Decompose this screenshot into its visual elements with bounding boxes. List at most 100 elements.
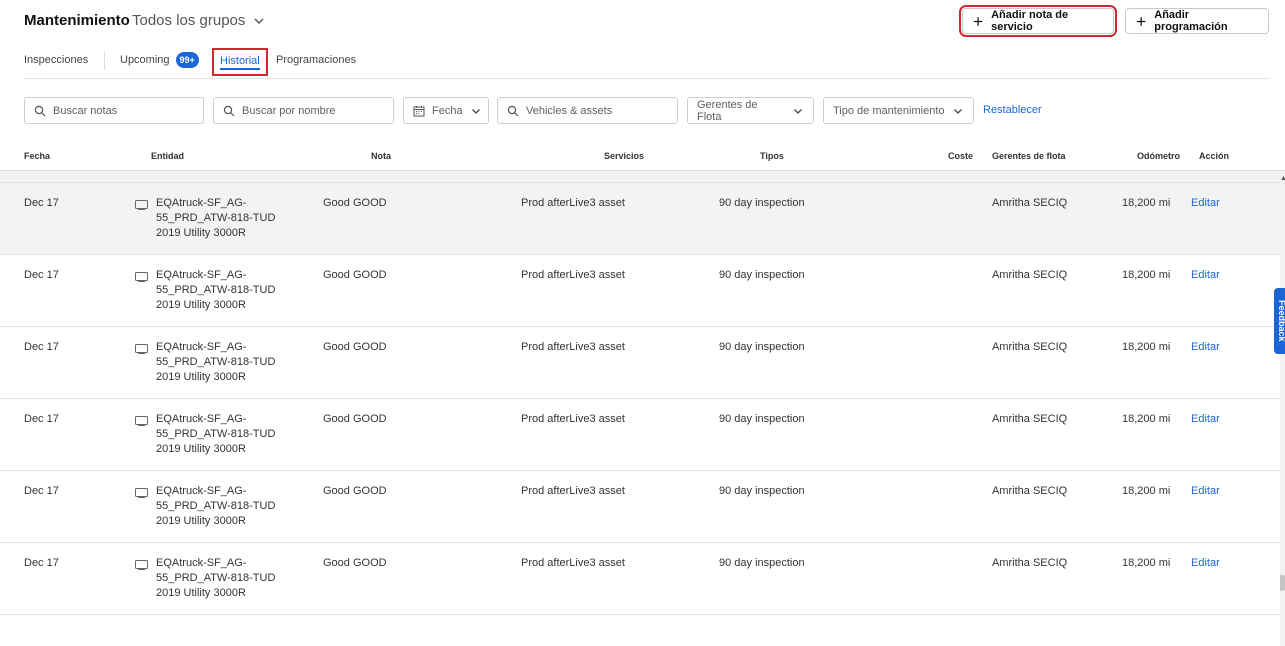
tab-history[interactable]: Historial [212, 48, 268, 76]
table-rows: Dec 17 EQAtruck-SF_AG- 55_PRD_ATW-818-TU… [0, 170, 1280, 615]
scrollbar-thumb[interactable] [1280, 575, 1285, 591]
group-selector[interactable]: Todos los grupos [132, 12, 265, 29]
row-entity-text: EQAtruck-SF_AG- 55_PRD_ATW-818-TUD 2019 … [156, 340, 275, 385]
tab-upcoming[interactable]: Upcoming 99+ [120, 52, 199, 68]
search-notes-input[interactable]: Buscar notas [24, 97, 204, 124]
plus-icon [1136, 16, 1146, 26]
edit-link[interactable]: Editar [1191, 485, 1220, 497]
row-manager: Amritha SECIQ [992, 485, 1068, 497]
tab-inspections-label: Inspecciones [24, 54, 89, 66]
edit-link[interactable]: Editar [1191, 341, 1220, 353]
fleet-managers-filter[interactable]: Gerentes de Flota [687, 97, 814, 124]
column-header-odometer[interactable]: Odómetro [1137, 151, 1180, 161]
row-service: Prod afterLive3 asset [521, 269, 625, 281]
row-odometer: 18,200 mi [1122, 557, 1171, 569]
row-type: 90 day inspection [719, 485, 805, 497]
page-header: Mantenimiento Todos los grupos Añadir no… [0, 0, 1285, 42]
add-schedule-button[interactable]: Añadir programación [1125, 8, 1269, 34]
vehicle-icon [135, 344, 148, 354]
row-entity[interactable]: EQAtruck-SF_AG- 55_PRD_ATW-818-TUD 2019 … [135, 557, 275, 601]
date-filter-label: Fecha [432, 104, 463, 117]
column-header-types[interactable]: Tipos [760, 151, 784, 161]
row-entity[interactable]: EQAtruck-SF_AG- 55_PRD_ATW-818-TUD 2019 … [135, 341, 275, 385]
table-row[interactable]: Dec 17 EQAtruck-SF_AG- 55_PRD_ATW-818-TU… [0, 327, 1280, 399]
entity-line: EQAtruck-SF_AG- [156, 413, 247, 425]
column-header-entity[interactable]: Entidad [151, 151, 184, 161]
row-service: Prod afterLive3 asset [521, 557, 625, 569]
table-row[interactable]: Dec 17 EQAtruck-SF_AG- 55_PRD_ATW-818-TU… [0, 183, 1280, 255]
edit-link[interactable]: Editar [1191, 413, 1220, 425]
edit-link[interactable]: Editar [1191, 197, 1220, 209]
vehicle-icon [135, 488, 148, 498]
column-header-note[interactable]: Nota [371, 151, 391, 161]
entity-line: 55_PRD_ATW-818-TUD [156, 428, 276, 440]
row-entity[interactable]: EQAtruck-SF_AG- 55_PRD_ATW-818-TUD 2019 … [135, 197, 275, 241]
row-type: 90 day inspection [719, 413, 805, 425]
row-type: 90 day inspection [719, 197, 805, 209]
entity-line: 55_PRD_ATW-818-TUD [156, 572, 276, 584]
row-manager: Amritha SECIQ [992, 269, 1068, 281]
edit-link[interactable]: Editar [1191, 269, 1220, 281]
chevron-down-icon [954, 108, 962, 114]
vehicle-icon [135, 560, 148, 570]
row-odometer: 18,200 mi [1122, 269, 1171, 281]
table-row[interactable]: Dec 17 EQAtruck-SF_AG- 55_PRD_ATW-818-TU… [0, 255, 1280, 327]
row-note: Good GOOD [323, 413, 387, 425]
table-row[interactable]: Dec 17 EQAtruck-SF_AG- 55_PRD_ATW-818-TU… [0, 471, 1280, 543]
row-entity-text: EQAtruck-SF_AG- 55_PRD_ATW-818-TUD 2019 … [156, 196, 275, 241]
row-odometer: 18,200 mi [1122, 197, 1171, 209]
add-service-note-label: Añadir nota de servicio [991, 9, 1069, 33]
row-date: Dec 17 [24, 269, 59, 281]
row-entity[interactable]: EQAtruck-SF_AG- 55_PRD_ATW-818-TUD 2019 … [135, 413, 275, 457]
table-row[interactable]: Dec 17 EQAtruck-SF_AG- 55_PRD_ATW-818-TU… [0, 543, 1280, 615]
row-manager: Amritha SECIQ [992, 197, 1068, 209]
row-date: Dec 17 [24, 557, 59, 569]
search-name-input[interactable]: Buscar por nombre [213, 97, 394, 124]
entity-line: 2019 Utility 3000R [156, 515, 246, 527]
maintenance-type-filter[interactable]: Tipo de mantenimiento [823, 97, 974, 124]
row-entity[interactable]: EQAtruck-SF_AG- 55_PRD_ATW-818-TUD 2019 … [135, 269, 275, 313]
history-table-body: Dec 17 EQAtruck-SF_AG- 55_PRD_ATW-818-TU… [0, 170, 1280, 646]
row-entity[interactable]: EQAtruck-SF_AG- 55_PRD_ATW-818-TUD 2019 … [135, 485, 275, 529]
scroll-up-arrow-icon[interactable]: ▲ [1280, 175, 1285, 182]
row-note: Good GOOD [323, 269, 387, 281]
table-row[interactable]: Dec 17 EQAtruck-SF_AG- 55_PRD_ATW-818-TU… [0, 399, 1280, 471]
vehicles-assets-filter[interactable]: Vehicles & assets [497, 97, 678, 124]
tab-divider [104, 52, 105, 70]
date-filter[interactable]: Fecha [403, 97, 489, 124]
entity-line: EQAtruck-SF_AG- [156, 557, 247, 569]
row-manager: Amritha SECIQ [992, 341, 1068, 353]
row-service: Prod afterLive3 asset [521, 341, 625, 353]
row-entity-text: EQAtruck-SF_AG- 55_PRD_ATW-818-TUD 2019 … [156, 484, 275, 529]
table-row[interactable]: Dec 17 EQAtruck-SF_AG- 55_PRD_ATW-818-TU… [0, 170, 1280, 183]
column-header-services[interactable]: Servicios [604, 151, 644, 161]
entity-line: EQAtruck-SF_AG- [156, 341, 247, 353]
entity-line: EQAtruck-SF_AG- [156, 269, 247, 281]
column-header-date[interactable]: Fecha [24, 151, 50, 161]
search-icon [507, 105, 519, 116]
row-type: 90 day inspection [719, 269, 805, 281]
edit-link[interactable]: Editar [1191, 557, 1220, 569]
add-service-note-button[interactable]: Añadir nota de servicio [959, 5, 1117, 37]
entity-line: 55_PRD_ATW-818-TUD [156, 356, 276, 368]
row-odometer: 18,200 mi [1122, 485, 1171, 497]
entity-line: 55_PRD_ATW-818-TUD [156, 212, 276, 224]
column-header-manager[interactable]: Gerentes de flota [992, 151, 1066, 161]
reset-filters-link[interactable]: Restablecer [983, 104, 1042, 116]
plus-icon [973, 16, 983, 26]
calendar-icon [413, 105, 425, 116]
row-service: Prod afterLive3 asset [521, 197, 625, 209]
row-type: 90 day inspection [719, 341, 805, 353]
row-note: Good GOOD [323, 341, 387, 353]
feedback-tab[interactable]: Feedback [1274, 288, 1285, 354]
row-date: Dec 17 [24, 341, 59, 353]
row-entity-text: EQAtruck-SF_AG- 55_PRD_ATW-818-TUD 2019 … [156, 268, 275, 313]
tab-schedules[interactable]: Programaciones [276, 54, 356, 66]
entity-line: 2019 Utility 3000R [156, 299, 246, 311]
tab-inspections[interactable]: Inspecciones [24, 54, 88, 66]
vehicles-assets-placeholder: Vehicles & assets [526, 104, 613, 117]
search-icon [34, 105, 46, 116]
row-note: Good GOOD [323, 485, 387, 497]
column-header-cost[interactable]: Coste [948, 151, 973, 161]
chevron-down-icon [254, 17, 264, 24]
